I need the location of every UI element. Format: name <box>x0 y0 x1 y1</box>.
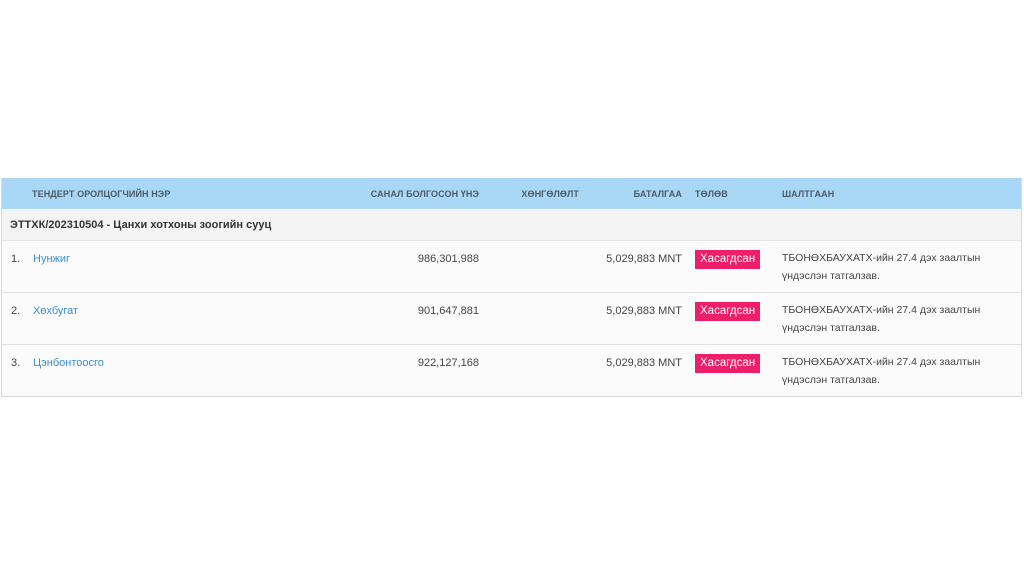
table-row: 1. Нунжиг 986,301,988 5,029,883 MNT Хасаг… <box>2 241 1021 293</box>
row-number: 1. <box>11 253 21 265</box>
status-badge: Хасагдсан <box>695 354 761 373</box>
bidders-table: ТЕНДЕРТ ОРОЛЦОГЧИЙН НЭР САНАЛ БОЛГОСОН Ү… <box>1 178 1022 397</box>
header-discount: ХӨНГӨЛӨЛТ <box>521 188 579 199</box>
bidder-name-link[interactable]: Цэнбонтоосго <box>33 357 104 369</box>
table-row: 3. Цэнбонтоосго 922,127,168 5,029,883 MNT… <box>2 345 1021 396</box>
header-reason: ШАЛТГААН <box>782 188 835 199</box>
row-number: 2. <box>11 305 21 317</box>
reason-line: ТБОНӨХБАУХАТХ-ийн 27.4 дэх заалтын <box>782 252 981 264</box>
bidder-name-link[interactable]: Хөхбугат <box>33 305 78 317</box>
status-badge: Хасагдсан <box>695 250 761 269</box>
bidder-cell: 3. Цэнбонтоосго <box>2 345 351 369</box>
reason-line: ТБОНӨХБАУХАТХ-ийн 27.4 дэх заалтын <box>782 356 981 368</box>
reason-cell: ТБОНӨХБАУХАТХ-ийн 27.4 дэх заалтын үндэс… <box>782 241 1021 285</box>
reason-line: ТБОНӨХБАУХАТХ-ийн 27.4 дэх заалтын <box>782 304 981 316</box>
bidder-cell: 2. Хөхбугат <box>2 293 351 317</box>
reason-line: үндэслэн татгалзав. <box>782 374 880 386</box>
reason-line: үндэслэн татгалзав. <box>782 270 880 282</box>
header-guarantee: БАТАЛГАА <box>633 188 682 199</box>
offered-price: 986,301,988 <box>417 253 479 265</box>
guarantee-value: 5,029,883 MNT <box>606 253 682 265</box>
discount-value <box>479 241 579 253</box>
guarantee-value: 5,029,883 MNT <box>606 305 682 317</box>
tender-group-title: ЭТТХК/202310504 - Цанхи хотхоны зоогийн … <box>2 209 1021 241</box>
bidder-name-link[interactable]: Нунжиг <box>33 253 70 265</box>
row-number: 3. <box>11 357 21 369</box>
bidder-cell: 1. Нунжиг <box>2 241 351 265</box>
header-bidder-name: ТЕНДЕРТ ОРОЛЦОГЧИЙН НЭР <box>32 188 171 199</box>
discount-value <box>479 293 579 305</box>
reason-line: үндэслэн татгалзав. <box>782 322 880 334</box>
offered-price: 922,127,168 <box>417 357 479 369</box>
status-cell: Хасагдсан <box>682 293 782 321</box>
guarantee-value: 5,029,883 MNT <box>606 357 682 369</box>
discount-value <box>479 345 579 357</box>
reason-cell: ТБОНӨХБАУХАТХ-ийн 27.4 дэх заалтын үндэс… <box>782 293 1021 337</box>
table-header: ТЕНДЕРТ ОРОЛЦОГЧИЙН НЭР САНАЛ БОЛГОСОН Ү… <box>2 178 1021 209</box>
reason-cell: ТБОНӨХБАУХАТХ-ийн 27.4 дэх заалтын үндэс… <box>782 345 1021 389</box>
offered-price: 901,647,881 <box>417 305 479 317</box>
status-cell: Хасагдсан <box>682 345 782 373</box>
status-badge: Хасагдсан <box>695 302 761 321</box>
status-cell: Хасагдсан <box>682 241 782 269</box>
header-offered-price: САНАЛ БОЛГОСОН ҮНЭ <box>370 188 479 199</box>
table-row: 2. Хөхбугат 901,647,881 5,029,883 MNT Хас… <box>2 293 1021 345</box>
header-status: ТӨЛӨВ <box>695 188 728 199</box>
